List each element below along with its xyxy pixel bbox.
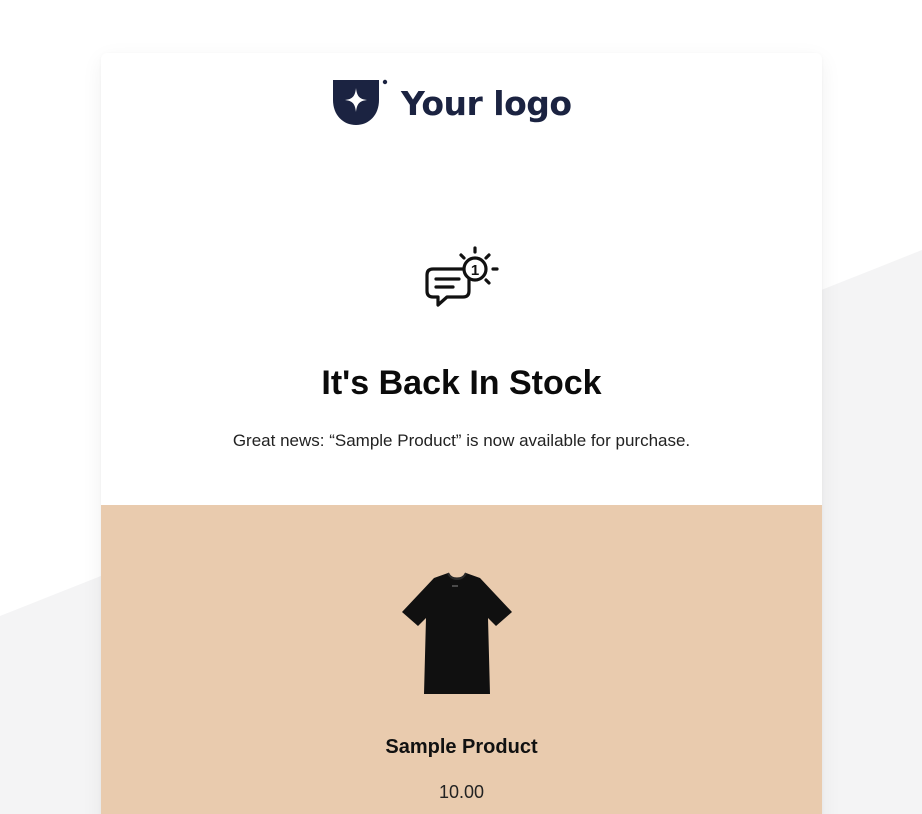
product-name[interactable]: Sample Product — [101, 736, 822, 759]
black-tshirt-image[interactable] — [398, 568, 516, 698]
product-price: 10.00 — [438, 782, 485, 802]
product-section: Sample Product 10.00 — [101, 505, 822, 814]
logo-text: Your logo — [401, 83, 572, 123]
chat-notification-icon: 1 — [425, 246, 499, 307]
brand-shield-star-icon — [333, 79, 388, 125]
email-card: Your logo 1 It's Back In Stock Great new… — [101, 53, 822, 814]
email-preview-canvas: Your logo 1 It's Back In Stock Great new… — [0, 0, 922, 814]
availability-message: Great news: “Sample Product” is now avai… — [232, 431, 691, 450]
page-title: It's Back In Stock — [321, 364, 602, 402]
svg-text:1: 1 — [471, 262, 479, 279]
logo[interactable]: Your logo — [331, 78, 572, 128]
